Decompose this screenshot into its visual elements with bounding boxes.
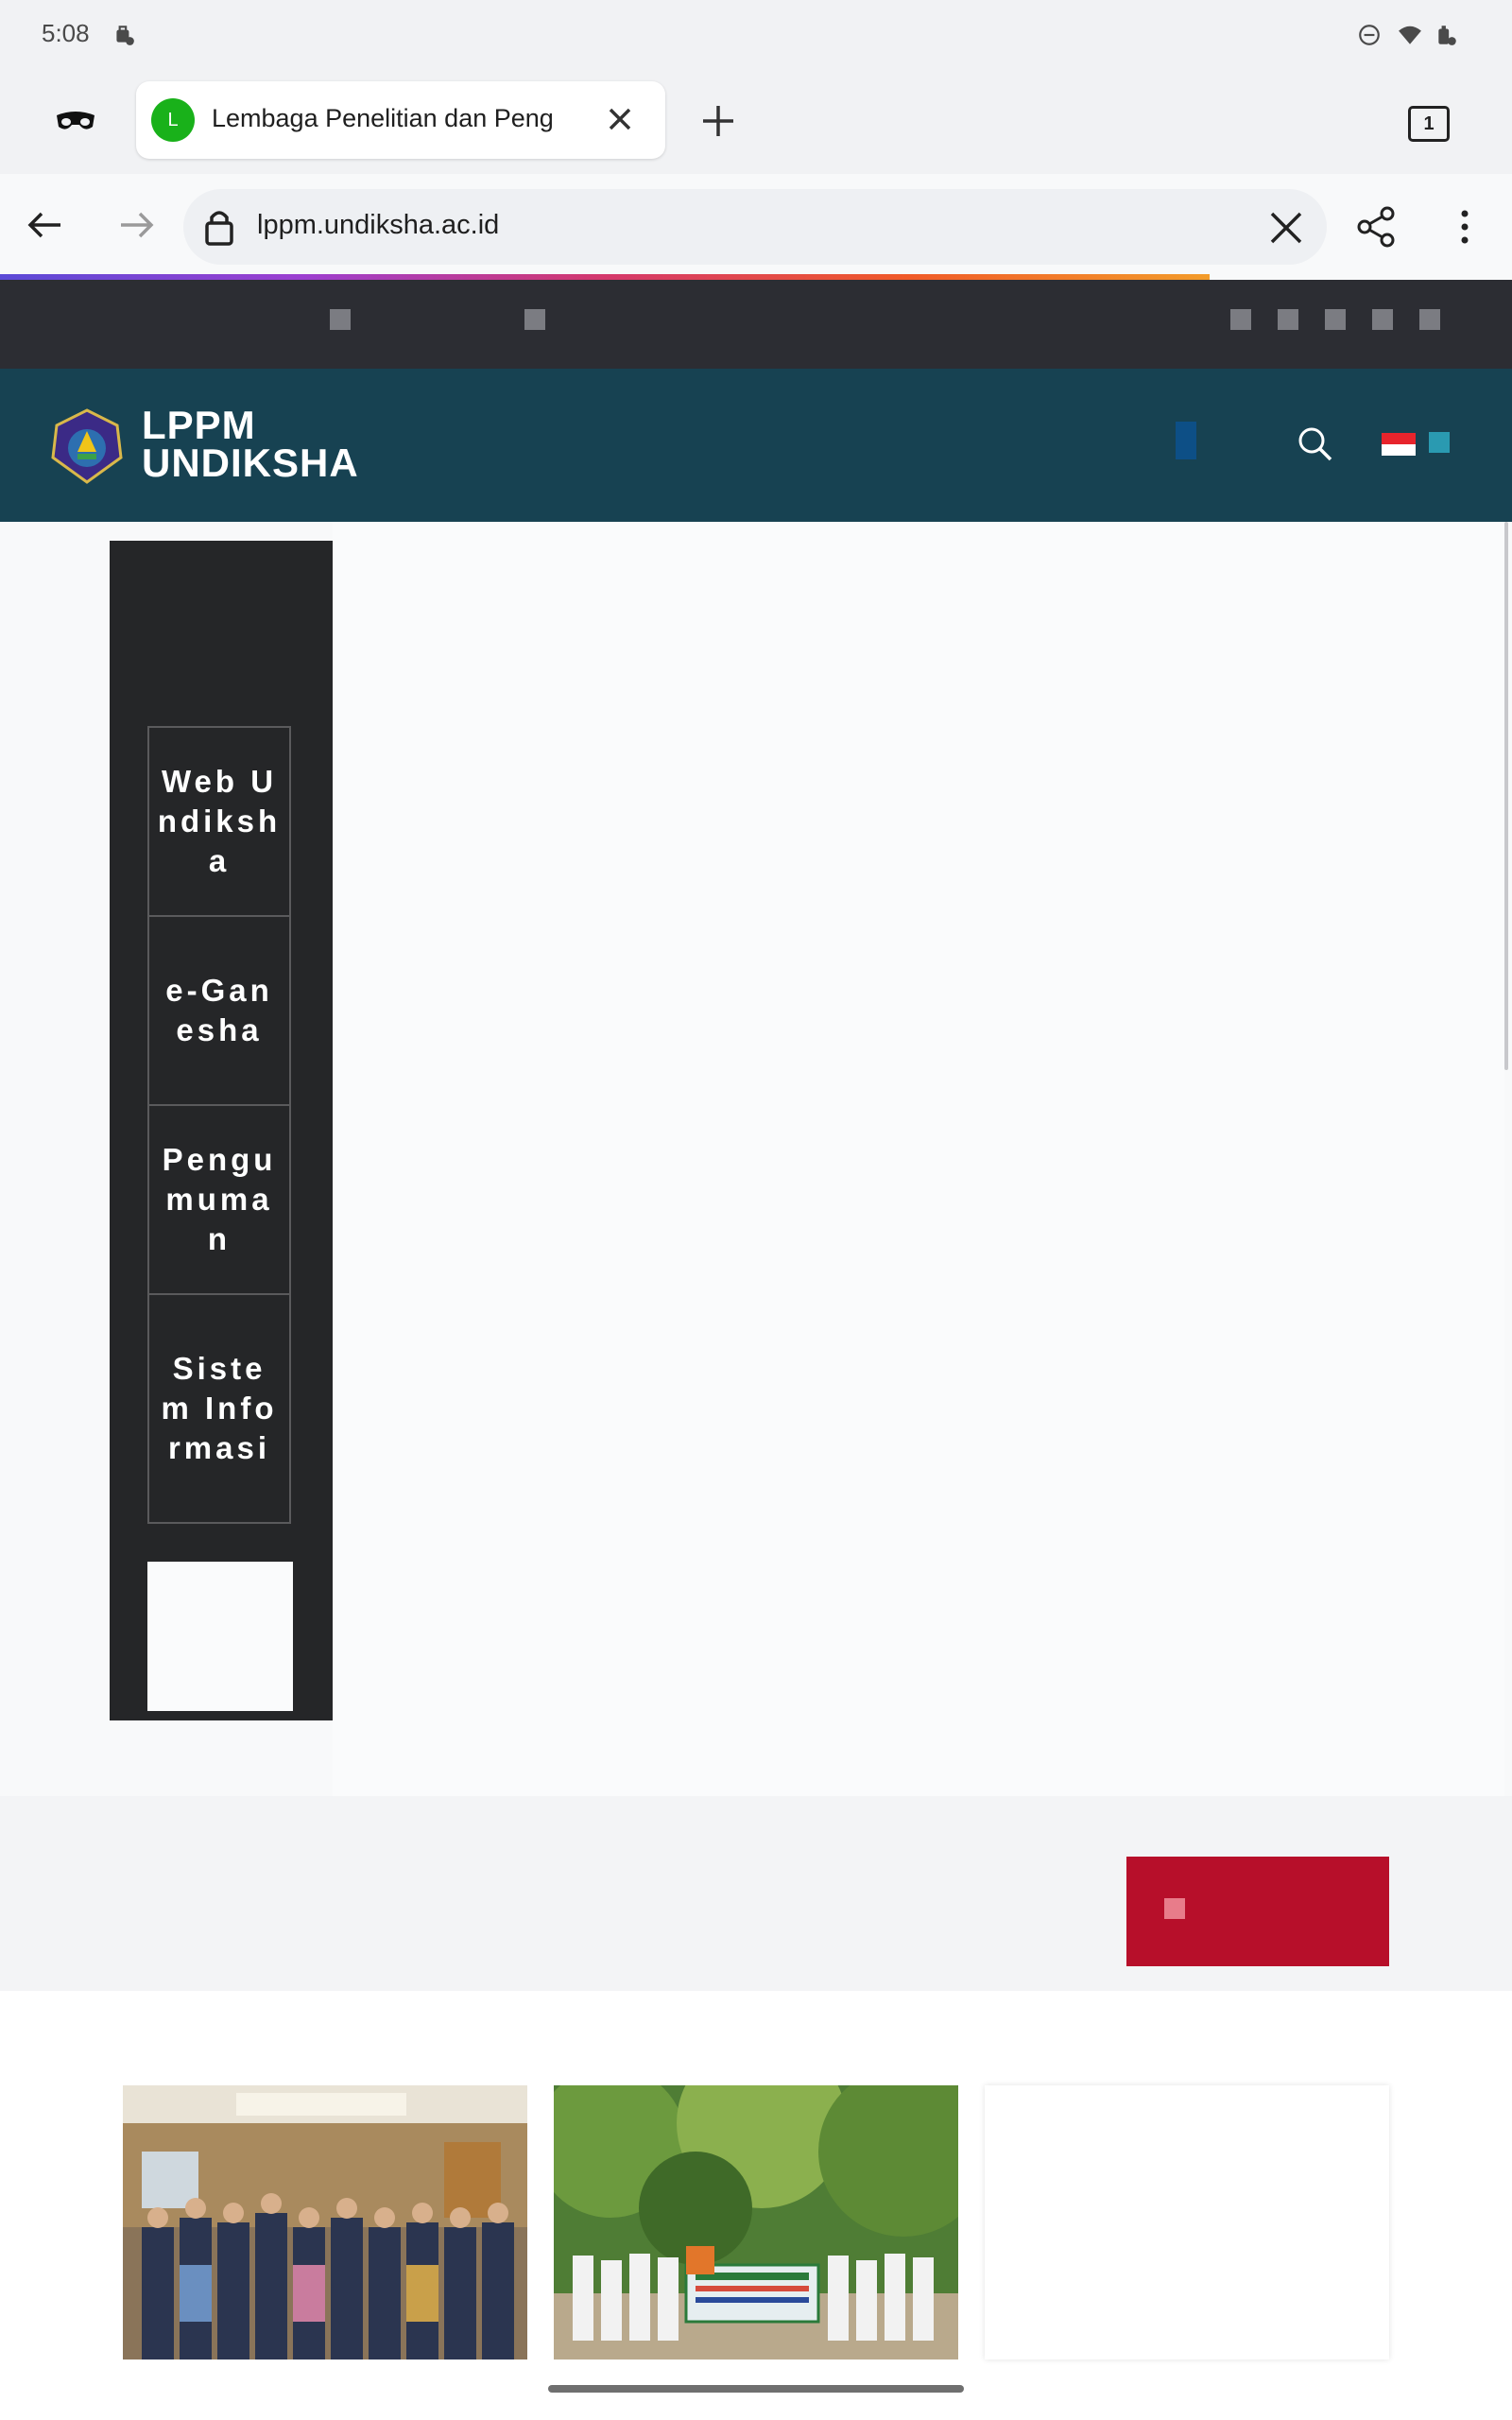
news-card-photo[interactable] bbox=[123, 2085, 527, 2360]
url-text[interactable]: lppm.undiksha.ac.id bbox=[257, 210, 499, 241]
undiksha-seal-logo[interactable] bbox=[49, 408, 125, 484]
header-nav-placeholder[interactable] bbox=[1176, 422, 1196, 459]
side-menu-item-web-undiksha[interactable]: Web Undiksha bbox=[147, 726, 291, 915]
forward-arrow-icon[interactable] bbox=[113, 202, 159, 248]
tab-favicon: L bbox=[151, 98, 195, 142]
clear-url-icon[interactable] bbox=[1263, 204, 1310, 251]
topbar-placeholder-icon[interactable] bbox=[524, 309, 545, 330]
back-arrow-icon[interactable] bbox=[23, 202, 68, 248]
indonesia-flag-icon[interactable] bbox=[1382, 433, 1416, 456]
close-icon[interactable] bbox=[601, 100, 639, 138]
news-card-photo[interactable] bbox=[554, 2085, 958, 2360]
share-icon[interactable] bbox=[1351, 202, 1400, 251]
scrollbar[interactable] bbox=[1504, 522, 1508, 1070]
status-time: 5:08 bbox=[42, 19, 90, 47]
incognito-icon[interactable] bbox=[55, 106, 96, 134]
red-action-button[interactable] bbox=[1126, 1857, 1389, 1966]
wifi-icon bbox=[1397, 23, 1421, 47]
side-menu-blank-item[interactable] bbox=[147, 1562, 293, 1711]
topbar-placeholder-icon[interactable] bbox=[330, 309, 351, 330]
social-placeholder-icon[interactable] bbox=[1325, 309, 1346, 330]
battery-icon bbox=[1435, 23, 1459, 47]
social-placeholder-icon[interactable] bbox=[1278, 309, 1298, 330]
logo-line-1: LPPM bbox=[142, 403, 256, 447]
tab-title[interactable]: Lembaga Penelitian dan Peng bbox=[212, 104, 571, 133]
social-placeholder-icon[interactable] bbox=[1230, 309, 1251, 330]
tab-switcher-button[interactable]: 1 bbox=[1408, 106, 1450, 142]
social-placeholder-icon[interactable] bbox=[1372, 309, 1393, 330]
side-menu-label: e-Ganesha bbox=[165, 973, 273, 1047]
more-vert-icon[interactable] bbox=[1446, 202, 1484, 251]
work-profile-icon bbox=[112, 23, 136, 47]
side-menu-item-sistem-informasi[interactable]: Sistem Informasi bbox=[147, 1293, 291, 1524]
news-card-empty[interactable] bbox=[985, 2085, 1389, 2360]
do-not-disturb-icon bbox=[1357, 23, 1382, 47]
main-content bbox=[333, 522, 1504, 1798]
logo-line-2: UNDIKSHA bbox=[142, 441, 359, 485]
gesture-navigation-bar[interactable] bbox=[548, 2385, 964, 2393]
side-menu-label: Sistem Informasi bbox=[161, 1351, 278, 1465]
button-placeholder-icon bbox=[1164, 1898, 1185, 1919]
search-icon[interactable] bbox=[1295, 424, 1336, 465]
site-logo-text[interactable]: LPPM UNDIKSHA bbox=[142, 403, 359, 485]
side-menu-item-pengumuman[interactable]: Pengumuman bbox=[147, 1104, 291, 1293]
status-bar: 5:08 bbox=[0, 0, 1512, 68]
language-placeholder-icon[interactable] bbox=[1429, 432, 1450, 453]
side-menu-label: Web Undiksha bbox=[157, 764, 282, 878]
new-tab-plus-icon[interactable] bbox=[696, 98, 741, 144]
side-menu-label: Pengumuman bbox=[162, 1142, 277, 1256]
side-menu-item-e-ganesha[interactable]: e-Ganesha bbox=[147, 915, 291, 1104]
social-placeholder-icon[interactable] bbox=[1419, 309, 1440, 330]
lock-icon[interactable] bbox=[200, 206, 238, 248]
